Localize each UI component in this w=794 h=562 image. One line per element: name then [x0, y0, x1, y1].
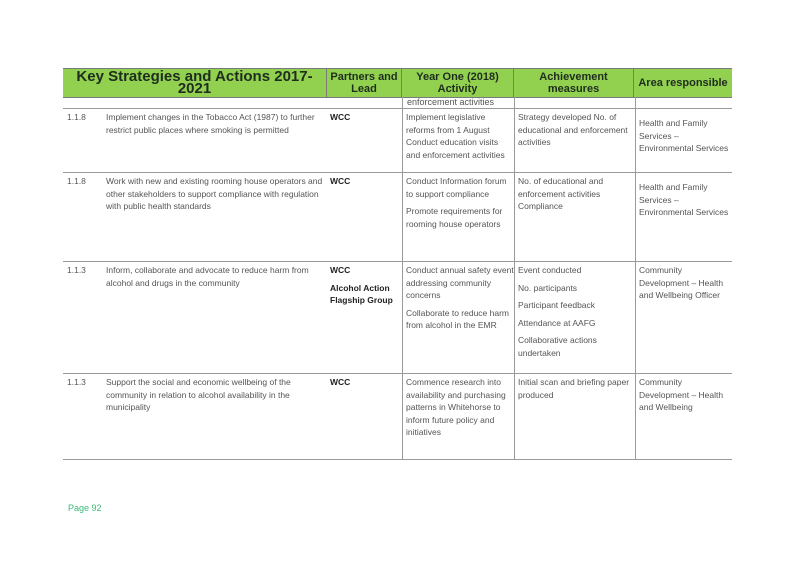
activity-item: Promote requirements for rooming house o…	[406, 206, 503, 229]
measure-item: Strategy developed No. of educational an…	[518, 112, 628, 147]
measure-item: Collaborative actions undertaken	[518, 335, 597, 358]
partner-name: Alcohol Action Flagship Group	[330, 282, 393, 306]
area-responsible: Community Development – Health and Wellb…	[639, 265, 724, 300]
partner-name: WCC	[330, 176, 351, 186]
strategy-number: 1.1.3	[67, 377, 86, 387]
column-divider	[402, 262, 403, 374]
measures-cell: Strategy developed No. of educational an…	[518, 111, 636, 154]
header-measures: Achievement measures	[513, 69, 633, 97]
area-responsible: Community Development – Health and Wellb…	[639, 377, 724, 412]
strategy-description: Support the social and economic wellbein…	[106, 377, 291, 412]
measure-item: No. participants	[518, 282, 578, 293]
partners-cell: WCC	[330, 111, 400, 129]
activity-item: Conduct annual safety event addressing c…	[406, 265, 514, 300]
strategy-description: Inform, collaborate and advocate to redu…	[106, 265, 309, 288]
column-divider	[514, 97, 515, 108]
activity-cell: Implement legislative reforms from 1 Aug…	[406, 111, 514, 166]
partner-name: WCC	[330, 265, 351, 275]
activity-item: Commence research into availability and …	[406, 377, 506, 437]
measure-item: Initial scan and briefing paper produced	[518, 377, 630, 400]
measure-item: Event conducted	[518, 265, 582, 275]
column-divider	[514, 374, 515, 460]
continuation-row: enforcement activities	[63, 97, 732, 108]
column-divider	[402, 374, 403, 460]
header-partners: Partners and Lead	[326, 69, 401, 97]
column-divider	[514, 109, 515, 173]
table-row: 1.1.8 Implement changes in the Tobacco Ac…	[63, 108, 732, 173]
column-divider	[635, 97, 636, 108]
table-header: Key Strategies and Actions 2017-2021 Par…	[63, 68, 732, 98]
activity-item: Collaborate to reduce harm from alcohol …	[406, 307, 510, 331]
area-responsible: Health and Family Services – Environment…	[639, 118, 729, 153]
table-row: 1.1.3 Support the social and economic wel…	[63, 373, 732, 460]
activity-cell: Commence research into availability and …	[406, 376, 514, 444]
partner-name: WCC	[330, 377, 351, 387]
measures-cell: No. of educational and enforcement activ…	[518, 175, 636, 218]
header-key-strategies: Key Strategies and Actions 2017-2021	[76, 68, 313, 97]
activity-item: Conduct Information forum to support com…	[406, 176, 507, 199]
partners-cell: WCC	[330, 175, 400, 193]
strategy-number: 1.1.8	[67, 112, 86, 122]
column-divider	[402, 173, 403, 262]
column-divider	[402, 97, 403, 108]
continuation-text: enforcement activities	[407, 97, 495, 107]
table-row: 1.1.8 Work with new and existing rooming …	[63, 172, 732, 262]
partners-cell: WCC	[330, 376, 400, 394]
activity-cell: Conduct annual safety event addressing c…	[406, 264, 514, 337]
header-area: Area responsible	[633, 69, 732, 97]
partner-name: WCC	[330, 112, 351, 122]
measure-item: Participant feedback	[518, 300, 596, 310]
activity-cell: Conduct Information forum to support com…	[406, 175, 514, 235]
document-page: Key Strategies and Actions 2017-2021 Par…	[0, 0, 794, 562]
measures-cell: Event conducted No. participants Participa…	[518, 264, 636, 364]
column-divider	[514, 262, 515, 374]
partners-cell: WCC Alcohol Action Flagship Group	[330, 264, 400, 312]
table-row: 1.1.3 Inform, collaborate and advocate to…	[63, 261, 732, 374]
table-bottom-border	[63, 459, 732, 460]
measure-item: No. of educational and enforcement activ…	[518, 176, 604, 211]
header-activity: Year One (2018) Activity	[401, 69, 513, 97]
strategy-description: Work with new and existing rooming house…	[106, 176, 323, 211]
strategy-number: 1.1.8	[67, 176, 86, 186]
activity-item: Implement legislative reforms from 1 Aug…	[406, 112, 505, 160]
strategy-description: Implement changes in the Tobacco Act (19…	[106, 112, 315, 135]
measures-cell: Initial scan and briefing paper produced	[518, 376, 636, 406]
page-number: Page 92	[68, 503, 102, 513]
column-divider	[514, 173, 515, 262]
measure-item: Attendance at AAFG	[518, 317, 596, 328]
column-divider	[402, 109, 403, 173]
strategy-number: 1.1.3	[67, 265, 86, 275]
area-responsible: Health and Family Services – Environment…	[639, 182, 729, 217]
